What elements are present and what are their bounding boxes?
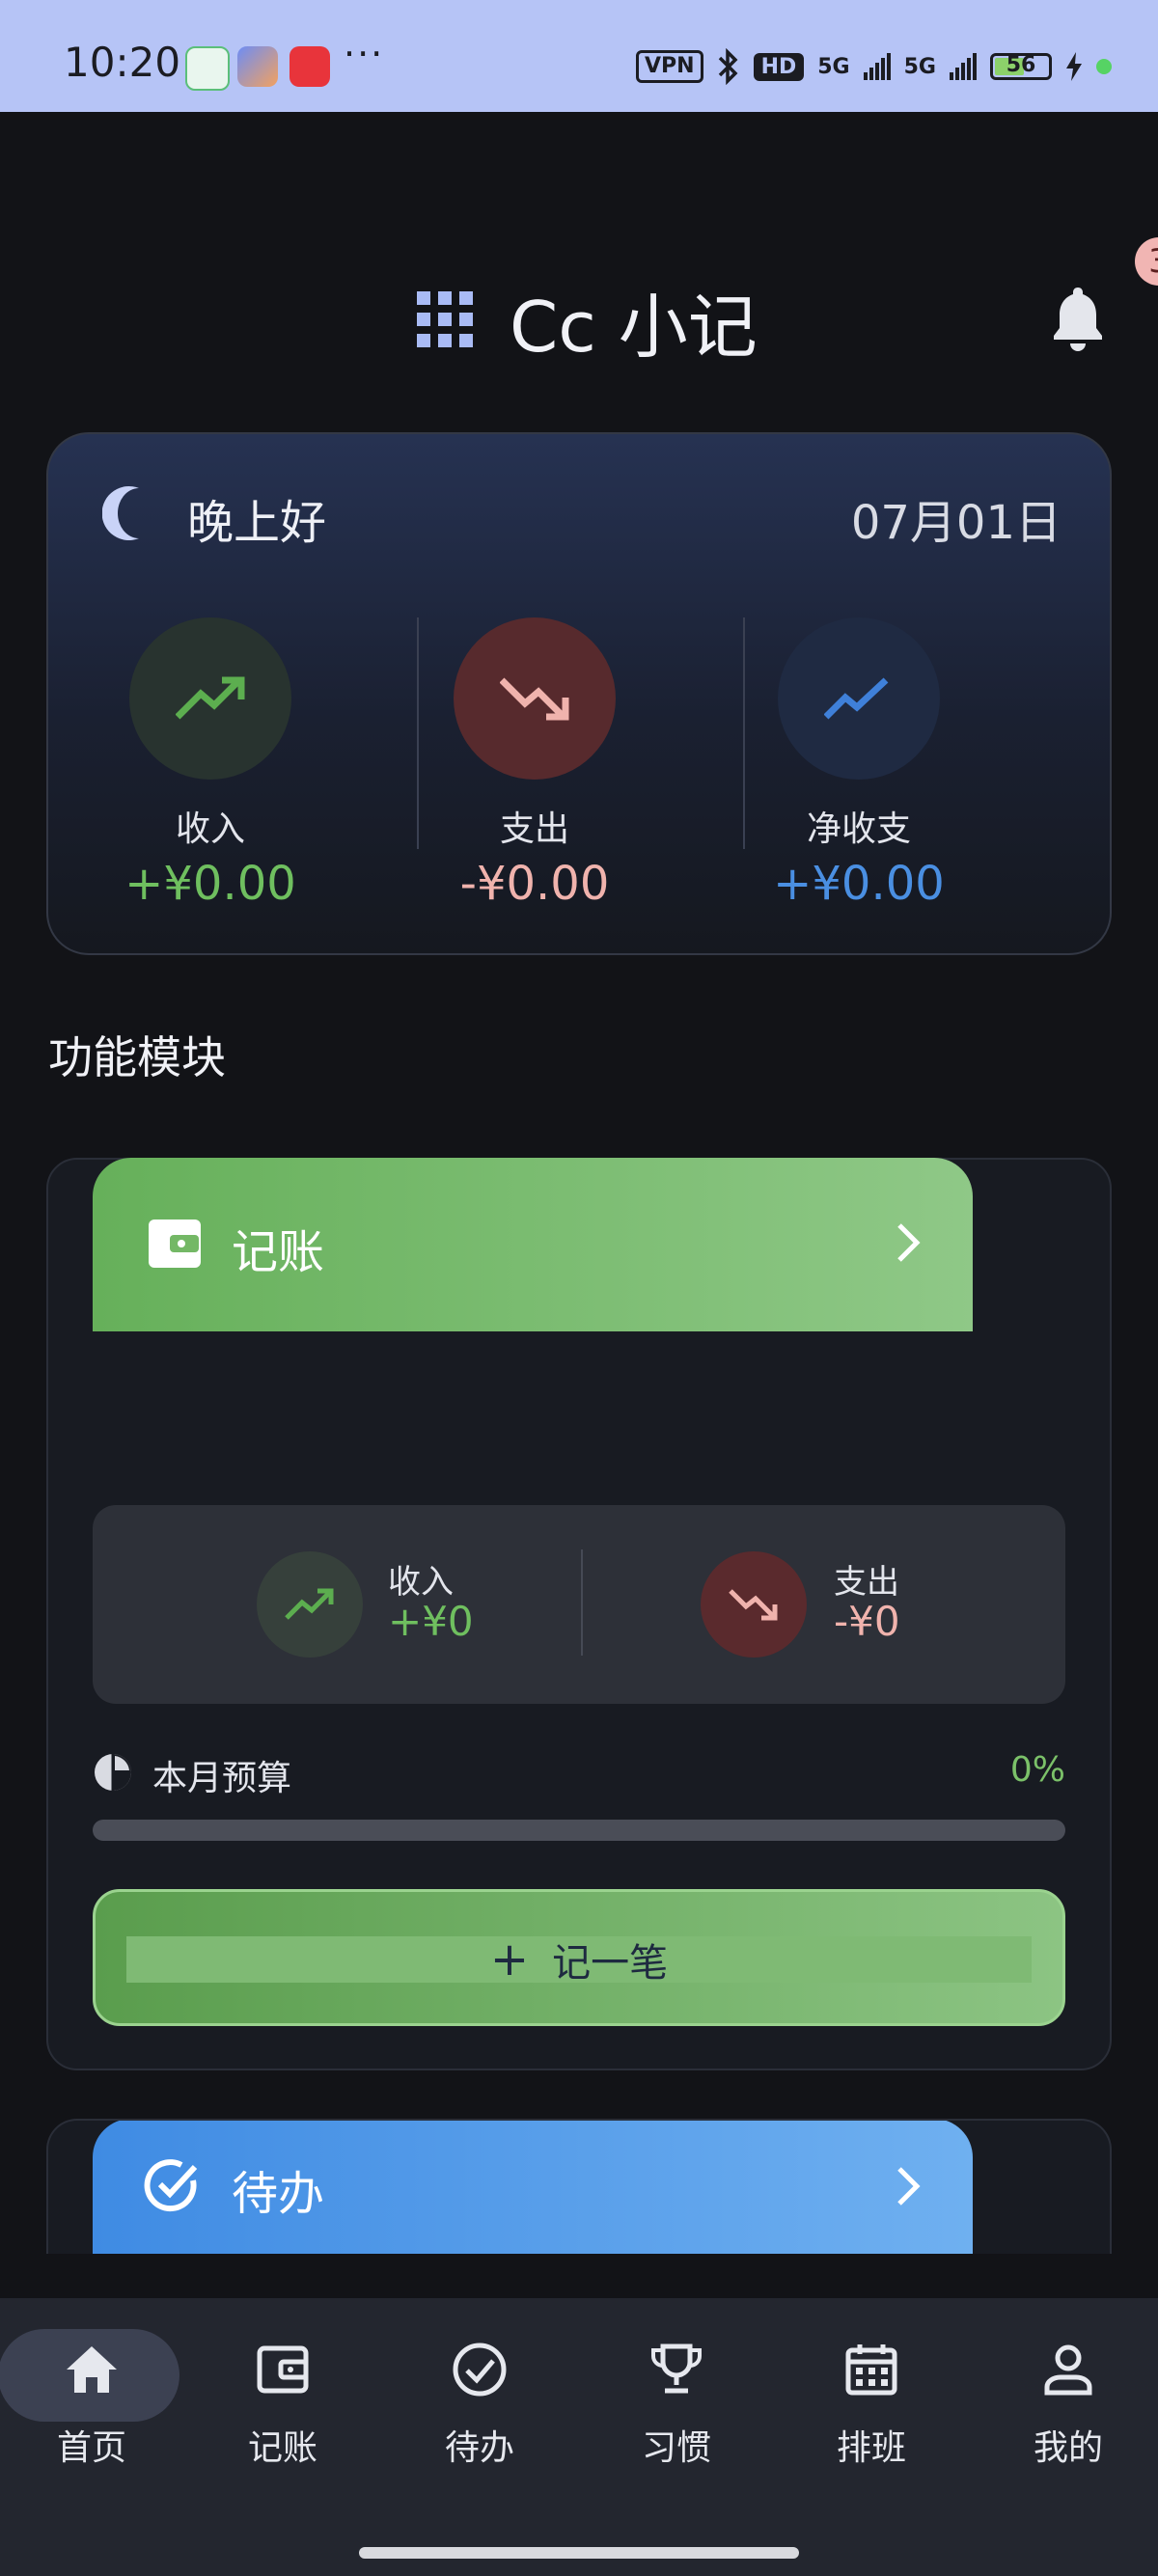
add-record-label: 记一笔 [552, 1941, 669, 1986]
bookkeeping-title: 记账 [232, 1225, 325, 1279]
hd-icon: HD [753, 52, 805, 81]
bottom-navigation: 首页 记账 待办 习惯 排班 我的 [0, 2298, 1158, 2576]
section-title: 功能模块 [48, 1031, 226, 1083]
wallet-icon [149, 1219, 201, 1268]
nav-habits[interactable]: 习惯 [585, 2333, 768, 2478]
home-indicator[interactable] [359, 2547, 799, 2559]
privacy-indicator-icon [1096, 59, 1112, 74]
charging-icon [1066, 52, 1082, 81]
income-label: 收入 [175, 809, 245, 849]
trending-up-icon [257, 1551, 363, 1658]
budget-percent: 0% [1009, 1750, 1065, 1790]
battery-level: 56 [1006, 53, 1036, 77]
trending-up-icon [129, 617, 291, 780]
nav-home[interactable]: 首页 [0, 2329, 183, 2478]
net-label: 净收支 [806, 809, 911, 849]
nav-bookkeeping[interactable]: 记账 [191, 2333, 374, 2478]
mini-expense-value: -¥0 [834, 1598, 900, 1645]
network-label-2: 5G [903, 54, 936, 79]
trending-down-icon [454, 617, 616, 780]
calendar-icon [845, 2344, 897, 2396]
budget-progress-bar [93, 1820, 1065, 1841]
nav-profile[interactable]: 我的 [977, 2333, 1158, 2478]
check-circle-icon [453, 2343, 507, 2397]
bell-icon[interactable] [1050, 286, 1106, 353]
chevron-right-icon [897, 1223, 921, 1262]
income-value: +¥0.00 [124, 857, 296, 911]
budget-row: 本月预算 0% [93, 1750, 1065, 1798]
add-record-button[interactable]: + 记一笔 [93, 1889, 1065, 2026]
status-bar: 10:20 ··· VPN HD 5G 5G 56 [0, 0, 1158, 112]
nav-label: 习惯 [641, 2428, 711, 2468]
status-time: 10:20 [64, 39, 181, 86]
bluetooth-icon [718, 48, 738, 85]
expense-value: -¥0.00 [459, 857, 610, 911]
expense-label: 支出 [499, 809, 569, 849]
signal-icon [950, 53, 977, 80]
app-title: Cc 小记 [510, 287, 758, 368]
person-icon [1044, 2344, 1092, 2396]
todo-header[interactable]: 待办 [93, 2121, 973, 2254]
mini-income: 收入 +¥0 [93, 1551, 575, 1658]
mini-expense-label: 支出 [834, 1563, 899, 1602]
upload-app-icon [237, 46, 278, 87]
status-indicators: VPN HD 5G 5G 56 [636, 48, 1112, 85]
greeting-text: 晚上好 [187, 496, 327, 550]
home-app-icon [185, 46, 230, 91]
battery-icon: 56 [990, 53, 1052, 80]
bookkeeping-header[interactable]: 记账 [93, 1158, 973, 1331]
app-header: Cc 小记 3 [0, 237, 1158, 376]
greeting-card: 晚上好 07月01日 收入 +¥0.00 支出 -¥0.00 净收支 +¥0.0… [46, 432, 1112, 955]
notification-badge: 3 [1135, 237, 1158, 286]
wallet-icon [257, 2345, 309, 2394]
nav-todo[interactable]: 待办 [388, 2333, 571, 2478]
nav-label: 记账 [247, 2428, 317, 2468]
expense-stat: 支出 -¥0.00 [372, 617, 697, 911]
nav-schedule[interactable]: 排班 [780, 2333, 963, 2478]
todo-title: 待办 [232, 2167, 325, 2221]
income-stat: 收入 +¥0.00 [48, 617, 372, 911]
nav-label: 我的 [1033, 2428, 1103, 2468]
plus-icon: + [489, 1932, 530, 1987]
mini-income-label: 收入 [388, 1563, 454, 1602]
net-value: +¥0.00 [773, 857, 945, 911]
check-circle-icon [144, 2159, 198, 2212]
nav-label: 排班 [836, 2428, 906, 2468]
grid-menu-icon[interactable] [417, 291, 473, 347]
chevron-right-icon [897, 2167, 921, 2206]
bookkeeping-module: 记账 收入 +¥0 支出 -¥0 本月预算 0% + 记一笔 [46, 1158, 1112, 2070]
xiaohongshu-app-icon [290, 46, 330, 87]
bookkeeping-summary: 收入 +¥0 支出 -¥0 [93, 1505, 1065, 1704]
budget-label: 本月预算 [152, 1759, 292, 1798]
moon-icon [102, 486, 139, 540]
trophy-icon [651, 2343, 702, 2394]
home-icon [67, 2346, 117, 2393]
trending-down-icon [701, 1551, 807, 1658]
trend-line-icon [778, 617, 940, 780]
greeting-date: 07月01日 [850, 496, 1062, 550]
mini-expense: 支出 -¥0 [583, 1551, 1065, 1658]
signal-icon [863, 53, 891, 80]
mini-income-value: +¥0 [388, 1598, 474, 1645]
nav-label: 待办 [444, 2428, 514, 2468]
network-label-1: 5G [817, 54, 850, 79]
todo-module: 待办 [46, 2119, 1112, 2254]
vpn-icon: VPN [636, 50, 703, 83]
pie-chart-icon [95, 1754, 131, 1791]
nav-label: 首页 [56, 2428, 126, 2468]
more-notifications-icon: ··· [344, 33, 385, 75]
net-stat: 净收支 +¥0.00 [697, 617, 1021, 911]
